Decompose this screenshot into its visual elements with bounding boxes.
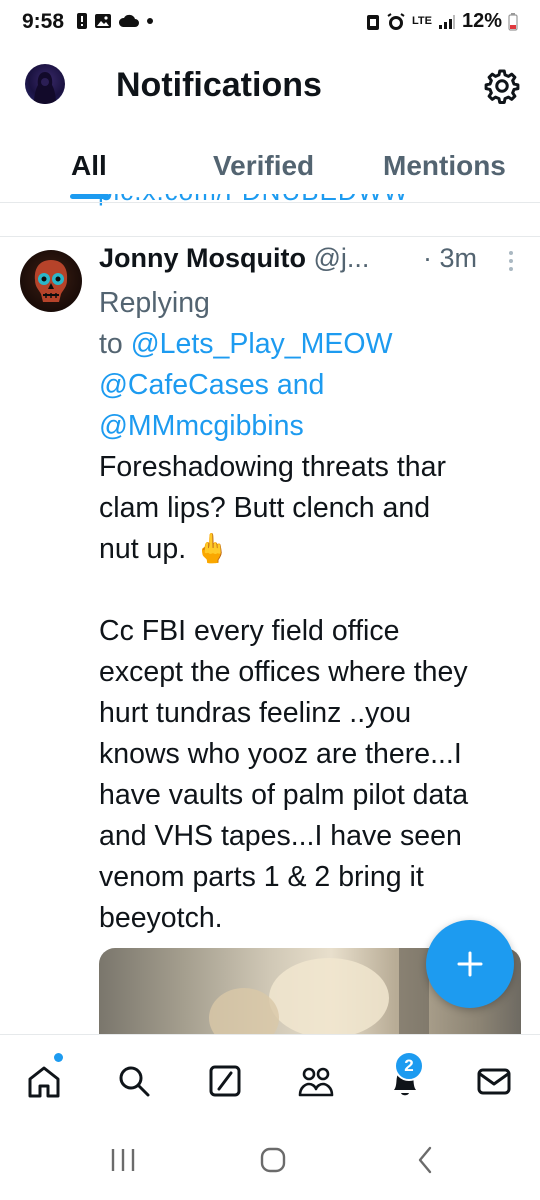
signal-icon	[438, 14, 455, 29]
home-new-dot	[54, 1053, 63, 1062]
app-header: Notifications	[0, 46, 540, 130]
tab-verified[interactable]: Verified	[213, 150, 314, 182]
tweet-line: nut up. 🖕	[99, 533, 230, 565]
tweet-line: clam lips? Butt clench and	[99, 492, 431, 524]
and-link[interactable]: and	[277, 369, 325, 401]
tweet-line: and VHS tapes...I have seen	[99, 820, 462, 852]
alarm-icon	[387, 12, 405, 30]
recent-apps-icon[interactable]	[110, 1145, 136, 1175]
battery-saver-icon	[367, 14, 379, 30]
profile-avatar[interactable]	[25, 64, 65, 104]
network-type: LTE	[412, 15, 432, 27]
notification-tabs: All Verified Mentions	[0, 140, 540, 202]
tweet-header: Jonny Mosquito @j... · 3m	[99, 243, 519, 283]
plus-icon	[457, 951, 483, 977]
dot-icon	[147, 18, 153, 24]
notification-count-badge: 2	[394, 1051, 424, 1081]
messages-icon[interactable]	[474, 1061, 514, 1101]
communities-icon[interactable]	[296, 1061, 336, 1101]
tweet-line: knows who yooz are there...I	[99, 738, 462, 770]
more-options-icon[interactable]	[509, 251, 515, 275]
back-icon[interactable]	[414, 1145, 436, 1175]
previous-tweet-link-cut[interactable]: pic.x.com/FDNUBEDWW	[98, 194, 448, 208]
tweet-paragraph-2: Cc FBI every field office except the off…	[99, 611, 529, 939]
grok-icon[interactable]	[205, 1061, 245, 1101]
tweet-line: venom parts 1 & 2 bring it	[99, 861, 424, 893]
system-navigation-bar	[0, 1125, 540, 1200]
battery-percent: 12%	[461, 10, 502, 32]
tweet-line: Cc FBI every field office	[99, 615, 400, 647]
tab-mentions[interactable]: Mentions	[383, 150, 506, 182]
tweet-line: Foreshadowing threats thar	[99, 451, 446, 483]
mention-link[interactable]: @MMmcgibbins	[99, 410, 304, 442]
settings-gear-icon[interactable]	[484, 68, 520, 104]
replying-to-word: to	[99, 328, 123, 360]
compose-fab-button[interactable]	[426, 920, 514, 1008]
skull-icon	[34, 260, 68, 302]
mention-link[interactable]: @Lets_Play_MEOW	[131, 328, 393, 360]
author-handle[interactable]: @j...	[314, 243, 370, 273]
tweet-line: hurt tundras feelinz ..you	[99, 697, 412, 729]
tweet-divider	[0, 236, 540, 237]
home-button-icon[interactable]	[258, 1145, 288, 1175]
tweet-paragraph-1: Foreshadowing threats thar clam lips? Bu…	[99, 447, 529, 570]
home-icon[interactable]	[24, 1061, 64, 1101]
gallery-icon	[95, 14, 111, 28]
author-name[interactable]: Jonny Mosquito	[99, 243, 306, 273]
tweet-line: except the offices where they	[99, 656, 468, 688]
tab-all[interactable]: All	[71, 150, 107, 182]
avatar-figure-icon	[34, 72, 56, 104]
tweet-body: Replying to @Lets_Play_MEOW @CafeCases a…	[99, 283, 529, 939]
status-right: LTE 12%	[366, 10, 518, 33]
page-title: Notifications	[116, 66, 322, 104]
bottom-navigation: 2	[0, 1035, 540, 1125]
tweet-author-avatar[interactable]	[20, 250, 82, 312]
tweet-time: · 3m	[423, 243, 477, 273]
status-bar: 9:58 LTE 12%	[0, 0, 540, 46]
tweet-line: have vaults of palm pilot data	[99, 779, 469, 811]
alert-icon	[77, 13, 87, 29]
mention-link[interactable]: @CafeCases	[99, 369, 269, 401]
tabs-divider	[0, 202, 540, 203]
cloud-icon	[118, 14, 139, 27]
search-icon[interactable]	[114, 1061, 154, 1101]
replying-label: Replying	[99, 287, 210, 319]
status-left-icons	[76, 12, 154, 30]
status-time: 9:58	[22, 10, 65, 33]
battery-icon	[508, 12, 518, 31]
